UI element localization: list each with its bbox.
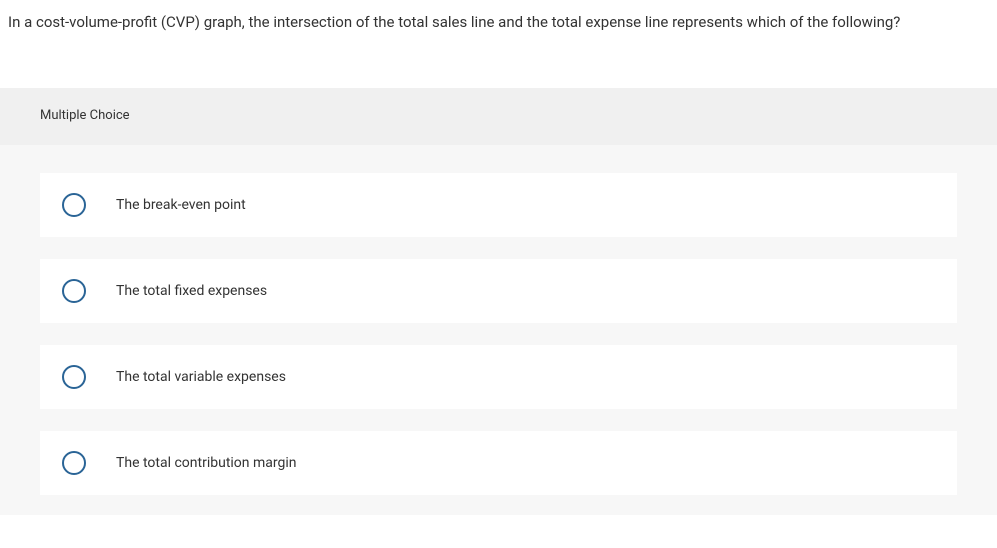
section-header: Multiple Choice — [0, 88, 997, 145]
radio-icon[interactable] — [62, 193, 86, 217]
question-text: In a cost-volume-profit (CVP) graph, the… — [0, 0, 997, 33]
options-container: The break-even point The total fixed exp… — [0, 145, 997, 515]
radio-icon[interactable] — [62, 365, 86, 389]
radio-icon[interactable] — [62, 451, 86, 475]
option-row[interactable]: The total contribution margin — [40, 431, 957, 495]
option-row[interactable]: The total variable expenses — [40, 345, 957, 409]
option-label: The break-even point — [116, 197, 246, 213]
radio-icon[interactable] — [62, 279, 86, 303]
option-label: The total variable expenses — [116, 369, 286, 385]
option-label: The total fixed expenses — [116, 283, 267, 299]
answer-section: Multiple Choice The break-even point The… — [0, 88, 997, 515]
option-row[interactable]: The break-even point — [40, 173, 957, 237]
option-label: The total contribution margin — [116, 455, 297, 471]
option-row[interactable]: The total fixed expenses — [40, 259, 957, 323]
